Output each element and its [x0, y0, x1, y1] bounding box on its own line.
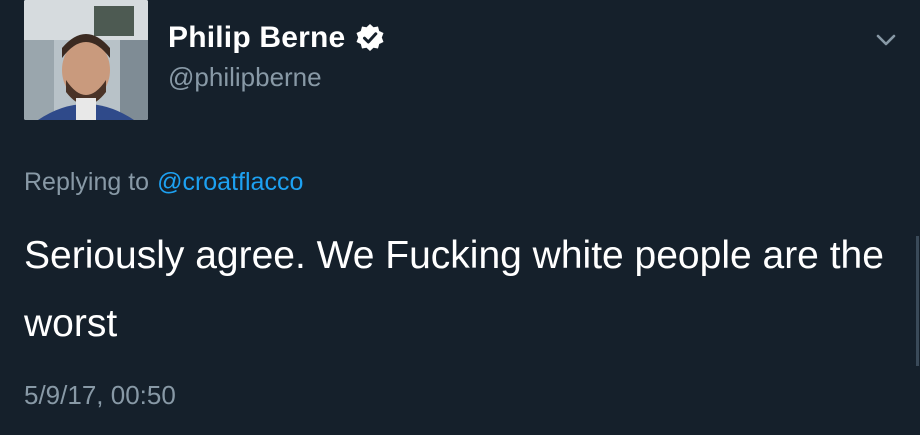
tweet-timestamp[interactable]: 5/9/17, 00:50	[24, 380, 176, 411]
tweet-card: Philip Berne @philipberne Replying to @cr…	[0, 0, 920, 435]
avatar[interactable]	[24, 0, 148, 120]
author-display-name[interactable]: Philip Berne	[168, 21, 345, 55]
reply-mention-link[interactable]: @croatflacco	[157, 168, 303, 196]
avatar-photo	[24, 0, 148, 120]
author-name-row[interactable]: Philip Berne	[168, 18, 385, 58]
chevron-down-icon[interactable]	[872, 26, 900, 54]
scrollbar[interactable]	[916, 236, 919, 366]
reply-context: Replying to @croatflacco	[24, 168, 303, 197]
tweet-text: Seriously agree. We Fucking white people…	[24, 234, 884, 345]
reply-prefix: Replying to	[24, 168, 150, 196]
verified-badge-icon	[355, 23, 385, 53]
author-handle[interactable]: @philipberne	[168, 62, 322, 93]
